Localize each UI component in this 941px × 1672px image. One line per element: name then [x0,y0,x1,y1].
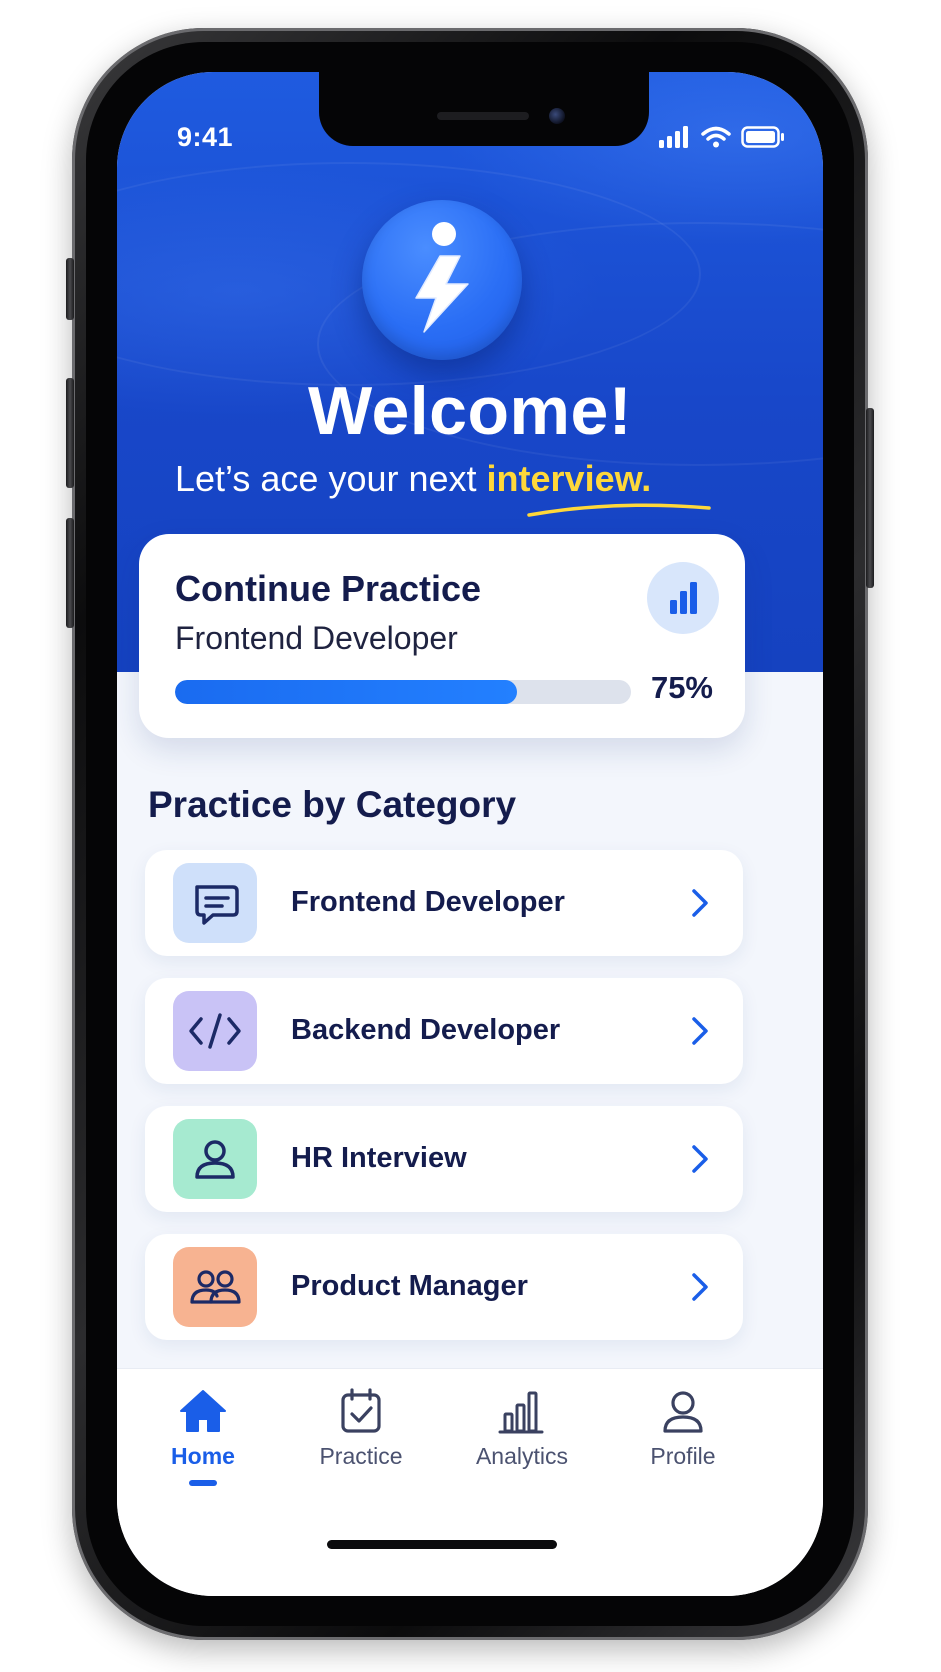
volume-down-button [66,518,74,628]
chevron-right-icon [692,1145,708,1173]
category-section-title: Practice by Category [148,784,517,825]
tagline-highlight: interview. [486,458,652,499]
tagline-text: Let’s ace your next [175,458,487,499]
category-label: Product Manager [291,1270,528,1302]
mute-switch [66,258,74,320]
category-label: HR Interview [291,1142,467,1174]
person-icon [195,1140,235,1179]
underline-swoosh-icon [527,503,711,517]
cellular-signal-icon [659,126,691,153]
home-indicator[interactable] [327,1540,557,1549]
category-label: Backend Developer [291,1014,561,1046]
lightning-person-icon [415,222,469,333]
nav-label-practice: Practice [319,1443,403,1469]
continue-practice-title: Continue Practice [175,568,482,609]
bottom-navigation: Home Practice Analytics Profile [117,1368,823,1596]
wifi-icon [701,126,731,153]
chevron-right-icon [692,889,708,917]
app-logo [362,200,522,360]
profile-icon [663,1391,703,1433]
progress-percent-label: 75% [650,670,713,705]
code-icon [189,1013,241,1049]
nav-item-analytics[interactable]: Analytics [452,1387,592,1497]
progress-bar [175,680,631,704]
category-icon-box [173,863,257,943]
category-item-product-manager[interactable]: Product Manager [145,1234,743,1340]
chevron-right-icon [692,1017,708,1045]
bar-chart-icon [670,582,697,614]
category-icon-box [173,1247,257,1327]
category-item-backend-developer[interactable]: Backend Developer [145,978,743,1084]
status-icons [659,126,785,153]
status-time: 9:41 [177,122,234,152]
chat-bubble-icon [195,885,239,925]
analytics-icon [498,1391,544,1434]
welcome-title: Welcome! [308,373,632,449]
tagline: Let’s ace your next interview. [175,458,651,500]
volume-up-button [66,378,74,488]
category-list: Frontend Developer Backend Developer HR … [145,850,743,1362]
battery-icon [741,126,785,153]
category-label: Frontend Developer [291,886,565,918]
notch [319,72,649,146]
active-tab-indicator [189,1480,217,1486]
category-item-hr-interview[interactable]: HR Interview [145,1106,743,1212]
continue-practice-card[interactable]: Continue Practice Frontend Developer 75% [139,534,745,738]
continue-practice-subtitle: Frontend Developer [175,620,458,656]
team-icon [190,1270,241,1304]
progress-fill [175,680,517,704]
home-icon [180,1390,226,1432]
phone-frame: 9:41 Welcome! Let’s ace your next interv… [66,28,874,1640]
power-button [866,408,874,588]
nav-label-home: Home [171,1443,235,1469]
category-item-frontend-developer[interactable]: Frontend Developer [145,850,743,956]
nav-item-practice[interactable]: Practice [291,1387,431,1497]
app-screen: 9:41 Welcome! Let’s ace your next interv… [117,72,823,1596]
category-icon-box [173,1119,257,1199]
nav-label-profile: Profile [650,1443,716,1469]
category-icon-box [173,991,257,1071]
nav-label-analytics: Analytics [475,1443,569,1469]
progress-chart-badge[interactable] [647,562,719,634]
nav-item-home[interactable]: Home [133,1387,273,1497]
calendar-check-icon [341,1388,381,1433]
chevron-right-icon [692,1273,708,1301]
nav-item-profile[interactable]: Profile [613,1387,753,1497]
